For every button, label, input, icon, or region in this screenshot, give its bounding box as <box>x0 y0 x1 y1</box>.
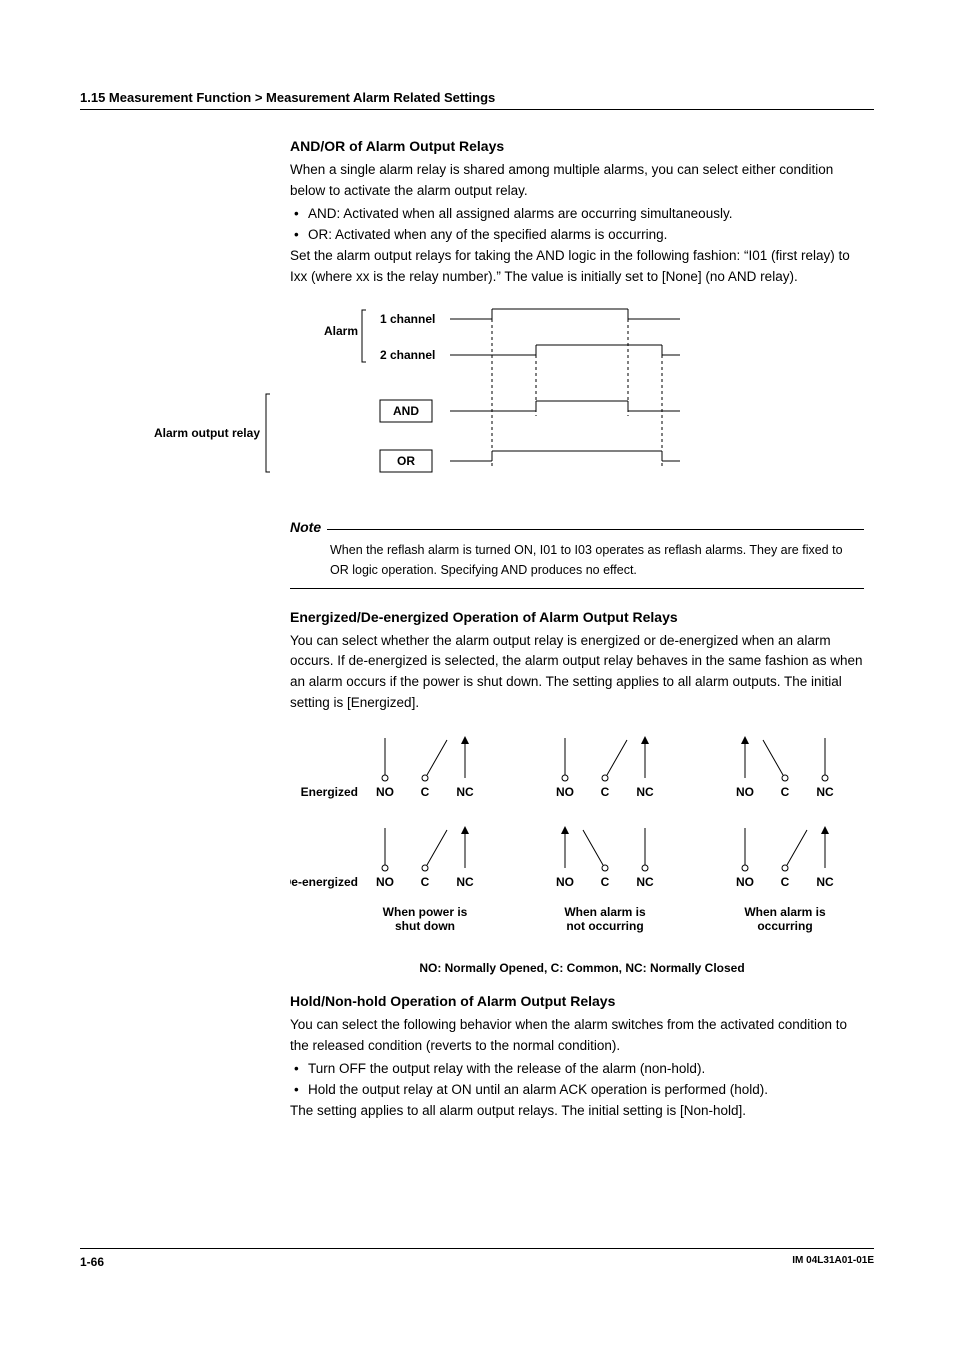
note-title: Note <box>290 519 327 535</box>
note-body: When the reflash alarm is turned ON, I01… <box>290 540 864 588</box>
page-number: 1-66 <box>80 1255 104 1269</box>
label-c: C <box>421 785 430 799</box>
svg-text:NO: NO <box>556 875 574 889</box>
section-andor: AND/OR of Alarm Output Relays When a sin… <box>290 138 864 288</box>
caption-alarm-not-occurring: When alarm is <box>564 905 646 919</box>
diagram-andor: Alarm 1 channel 2 channel Alarm output r… <box>80 306 874 501</box>
heading-andor: AND/OR of Alarm Output Relays <box>290 138 864 154</box>
svg-text:C: C <box>781 785 790 799</box>
svg-text:NC: NC <box>636 875 654 889</box>
doc-id: IM 04L31A01-01E <box>792 1255 874 1269</box>
label-ch2: 2 channel <box>380 348 435 362</box>
label-deenergized: De-energized <box>290 875 358 889</box>
svg-text:not occurring: not occurring <box>566 919 643 933</box>
svg-text:occurring: occurring <box>757 919 812 933</box>
para: You can select the following behavior wh… <box>290 1015 864 1057</box>
label-or: OR <box>397 454 415 468</box>
bullet: Hold the output relay at ON until an ala… <box>290 1080 864 1101</box>
caption-power-shutdown: When power is <box>383 905 468 919</box>
svg-text:NC: NC <box>816 875 834 889</box>
heading-hold: Hold/Non-hold Operation of Alarm Output … <box>290 993 864 1009</box>
page-footer: 1-66 IM 04L31A01-01E <box>80 1248 874 1269</box>
section-header: 1.15 Measurement Function > Measurement … <box>80 90 874 110</box>
bullet: OR: Activated when any of the specified … <box>290 225 864 246</box>
svg-text:shut down: shut down <box>395 919 455 933</box>
svg-text:NC: NC <box>456 875 474 889</box>
para: You can select whether the alarm output … <box>290 631 864 715</box>
note-block: Note When the reflash alarm is turned ON… <box>290 519 864 589</box>
svg-text:NO: NO <box>736 875 754 889</box>
para: Set the alarm output relays for taking t… <box>290 246 864 288</box>
svg-text:C: C <box>601 785 610 799</box>
svg-text:NO: NO <box>736 785 754 799</box>
para: When a single alarm relay is shared amon… <box>290 160 864 202</box>
bullet: Turn OFF the output relay with the relea… <box>290 1059 864 1080</box>
label-energized: Energized <box>301 785 358 799</box>
svg-text:NC: NC <box>816 785 834 799</box>
svg-text:NO: NO <box>556 785 574 799</box>
label-and: AND <box>393 404 419 418</box>
para: The setting applies to all alarm output … <box>290 1101 864 1122</box>
svg-text:C: C <box>601 875 610 889</box>
relay-legend: NO: Normally Opened, C: Common, NC: Norm… <box>290 961 874 975</box>
label-relay: Alarm output relay <box>154 426 260 440</box>
label-ch1: 1 channel <box>380 312 435 326</box>
label-alarm: Alarm <box>324 324 358 338</box>
diagram-relay: Energized NO C NC NO C NC NO C NC De-ene… <box>290 728 874 953</box>
section-energized: Energized/De-energized Operation of Alar… <box>290 609 864 715</box>
svg-text:NC: NC <box>636 785 654 799</box>
bullet: AND: Activated when all assigned alarms … <box>290 204 864 225</box>
label-no: NO <box>376 785 394 799</box>
label-nc: NC <box>456 785 474 799</box>
section-hold: Hold/Non-hold Operation of Alarm Output … <box>290 993 864 1122</box>
svg-text:C: C <box>421 875 430 889</box>
svg-text:NO: NO <box>376 875 394 889</box>
caption-alarm-occurring: When alarm is <box>744 905 826 919</box>
svg-text:C: C <box>781 875 790 889</box>
heading-energized: Energized/De-energized Operation of Alar… <box>290 609 864 625</box>
